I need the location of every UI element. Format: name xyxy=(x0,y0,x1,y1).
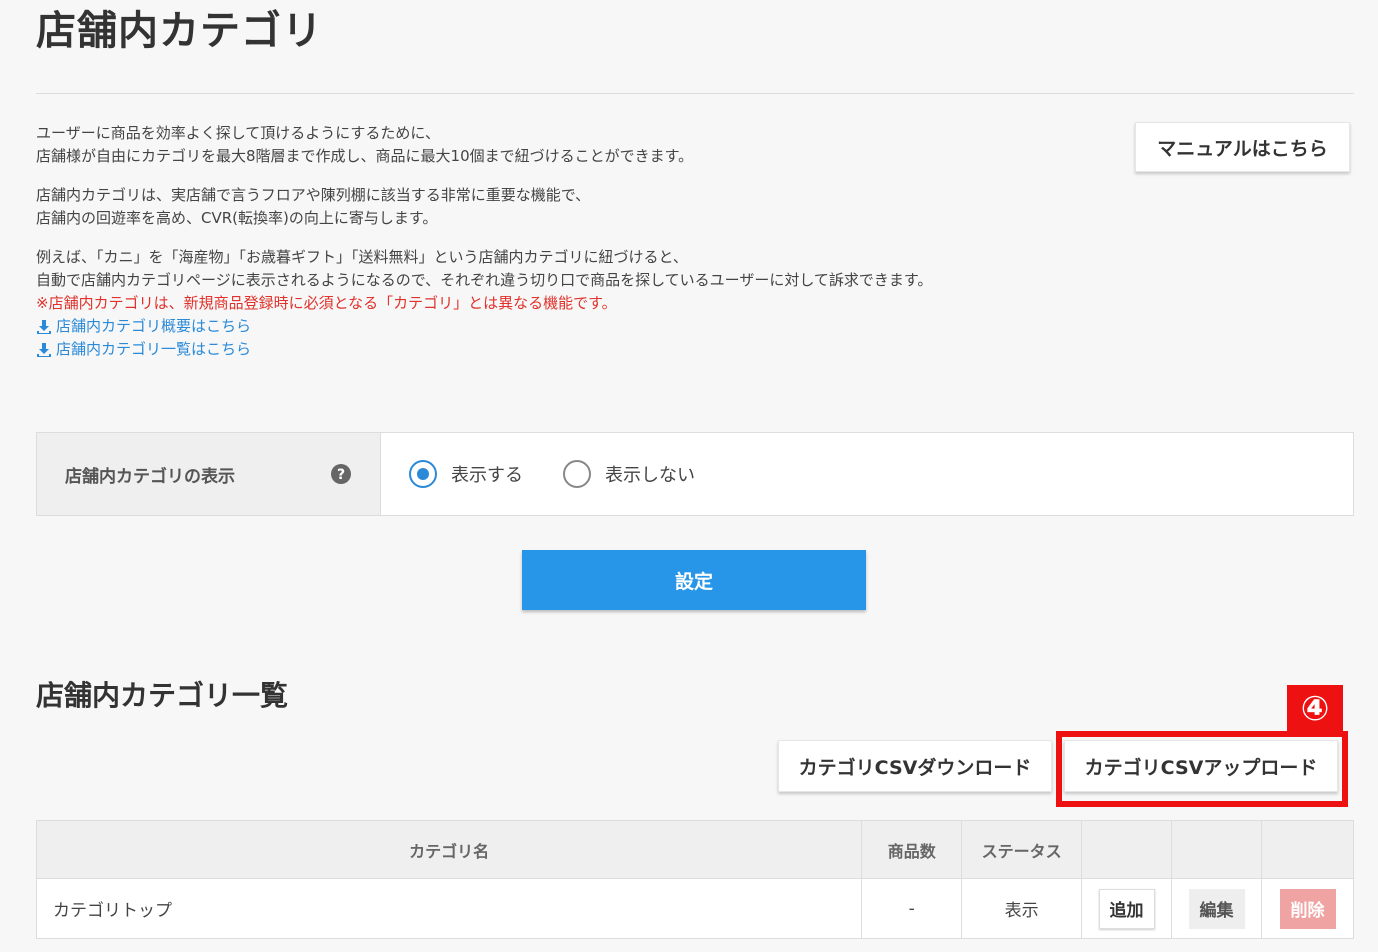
help-icon[interactable]: ? xyxy=(330,463,352,485)
csv-download-button[interactable]: カテゴリCSVダウンロード xyxy=(778,740,1052,792)
category-table: カテゴリ名 商品数 ステータス カテゴリトップ - 表示 追加 編集 削除 xyxy=(35,820,1354,939)
add-cell: 追加 xyxy=(1081,878,1173,939)
download-icon xyxy=(37,342,51,357)
header-item-count: 商品数 xyxy=(861,820,963,879)
delete-button: 削除 xyxy=(1279,888,1336,929)
download-icon xyxy=(37,319,51,334)
display-setting-label-cell: 店舗内カテゴリの表示 ? xyxy=(37,433,381,515)
warning-text: ※店舗内カテゴリは、新規商品登録時に必須となる「カテゴリ」とは異なる機能です。 xyxy=(36,294,617,312)
header-category-name: カテゴリ名 xyxy=(35,820,863,879)
intro-text: ユーザーに商品を効率よく探して頂けるようにするために、 店舗様が自由にカテゴリを… xyxy=(36,122,1076,361)
header-edit xyxy=(1171,820,1262,879)
intro-p3-line1: 例えば、「カニ」を「海産物」「お歳暮ギフト」「送料無料」という店舗内カテゴリに紐… xyxy=(36,248,688,266)
display-setting-label: 店舗内カテゴリの表示 xyxy=(65,466,235,487)
intro-p1-line2: 店舗様が自由にカテゴリを最大8階層まで作成し、商品に最大10個まで紐づけることが… xyxy=(36,147,694,165)
add-button[interactable]: 追加 xyxy=(1098,888,1155,929)
intro-p2-line1: 店舗内カテゴリは、実店舗で言うフロアや陳列棚に該当する非常に重要な機能で、 xyxy=(36,186,591,204)
delete-cell: 削除 xyxy=(1261,878,1354,939)
header-add xyxy=(1081,820,1173,879)
submit-button[interactable]: 設定 xyxy=(522,550,866,610)
intro-p1-line1: ユーザーに商品を効率よく探して頂けるようにするために、 xyxy=(36,124,440,142)
page-title: 店舗内カテゴリ xyxy=(36,8,323,54)
item-count-cell: - xyxy=(861,878,963,939)
intro-paragraph-1: ユーザーに商品を効率よく探して頂けるようにするために、 店舗様が自由にカテゴリを… xyxy=(36,122,1076,168)
category-name-cell: カテゴリトップ xyxy=(35,878,863,939)
page: 店舗内カテゴリ ユーザーに商品を効率よく探して頂けるようにするために、 店舗様が… xyxy=(0,0,1378,952)
overview-link-label: 店舗内カテゴリ概要はこちら xyxy=(56,317,252,335)
list-link-label: 店舗内カテゴリ一覧はこちら xyxy=(56,340,252,358)
header-status: ステータス xyxy=(961,820,1083,879)
intro-paragraph-2: 店舗内カテゴリは、実店舗で言うフロアや陳列棚に該当する非常に重要な機能で、 店舗… xyxy=(36,184,1076,230)
intro-p3-line2: 自動で店舗内カテゴリページに表示されるようになるので、それぞれ違う切り口で商品を… xyxy=(36,271,933,289)
list-link[interactable]: 店舗内カテゴリ一覧はこちら xyxy=(36,338,1076,361)
status-cell: 表示 xyxy=(961,878,1083,939)
category-list-title: 店舗内カテゴリ一覧 xyxy=(36,679,289,712)
radio-hide-label: 表示しない xyxy=(605,465,695,486)
edit-button[interactable]: 編集 xyxy=(1188,888,1245,929)
overview-link[interactable]: 店舗内カテゴリ概要はこちら xyxy=(36,315,1076,338)
radio-show-circle[interactable] xyxy=(409,460,437,488)
svg-text:?: ? xyxy=(337,467,345,483)
radio-hide[interactable]: 表示しない xyxy=(563,460,695,488)
intro-paragraph-3: 例えば、「カニ」を「海産物」「お歳暮ギフト」「送料無料」という店舗内カテゴリに紐… xyxy=(36,246,1076,361)
radio-show[interactable]: 表示する xyxy=(409,460,523,488)
edit-cell: 編集 xyxy=(1171,878,1262,939)
display-setting-options: 表示する 表示しない xyxy=(381,433,695,515)
annotation-highlight-box xyxy=(1056,731,1348,807)
header-delete xyxy=(1261,820,1354,879)
title-divider xyxy=(36,93,1354,94)
table-row: カテゴリトップ - 表示 追加 編集 削除 xyxy=(35,878,1354,939)
manual-button[interactable]: マニュアルはこちら xyxy=(1135,122,1350,172)
annotation-number: ④ xyxy=(1287,685,1343,733)
display-setting-row: 店舗内カテゴリの表示 ? 表示する 表示しない xyxy=(36,432,1354,516)
intro-p2-line2: 店舗内の回遊率を高め、CVR(転換率)の向上に寄与します。 xyxy=(36,209,438,227)
radio-hide-circle[interactable] xyxy=(563,460,591,488)
table-header-row: カテゴリ名 商品数 ステータス xyxy=(35,820,1354,879)
radio-show-label: 表示する xyxy=(451,465,523,486)
